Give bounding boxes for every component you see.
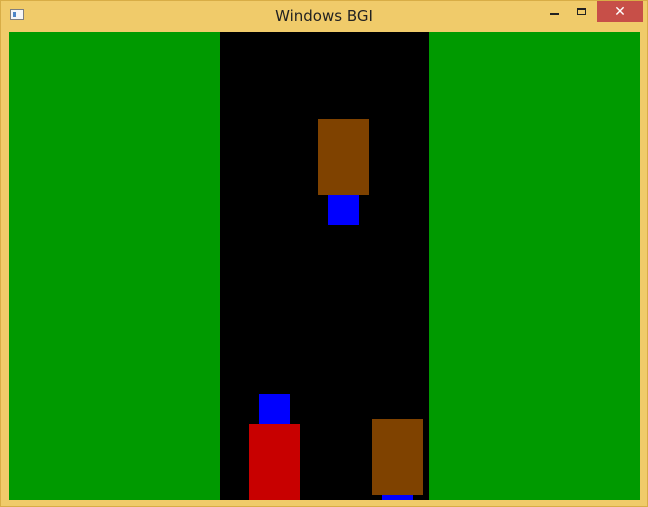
maximize-button[interactable]: [568, 1, 595, 22]
right-grass: [429, 32, 640, 500]
enemy-car-body: [372, 419, 423, 495]
left-grass: [9, 32, 220, 500]
maximize-icon: [577, 8, 586, 15]
enemy-car-body: [318, 119, 369, 195]
player-car[interactable]: [249, 424, 300, 500]
minimize-icon: [550, 13, 559, 15]
close-button[interactable]: ✕: [597, 1, 643, 22]
game-canvas[interactable]: [9, 32, 640, 500]
enemy-car-head: [328, 195, 359, 225]
minimize-button[interactable]: [541, 1, 568, 22]
title-bar[interactable]: Windows BGI ✕: [1, 1, 647, 31]
player-car-head: [259, 394, 290, 424]
close-icon: ✕: [614, 3, 626, 20]
app-window: Windows BGI ✕: [0, 0, 648, 507]
enemy-car-head: [382, 495, 413, 500]
